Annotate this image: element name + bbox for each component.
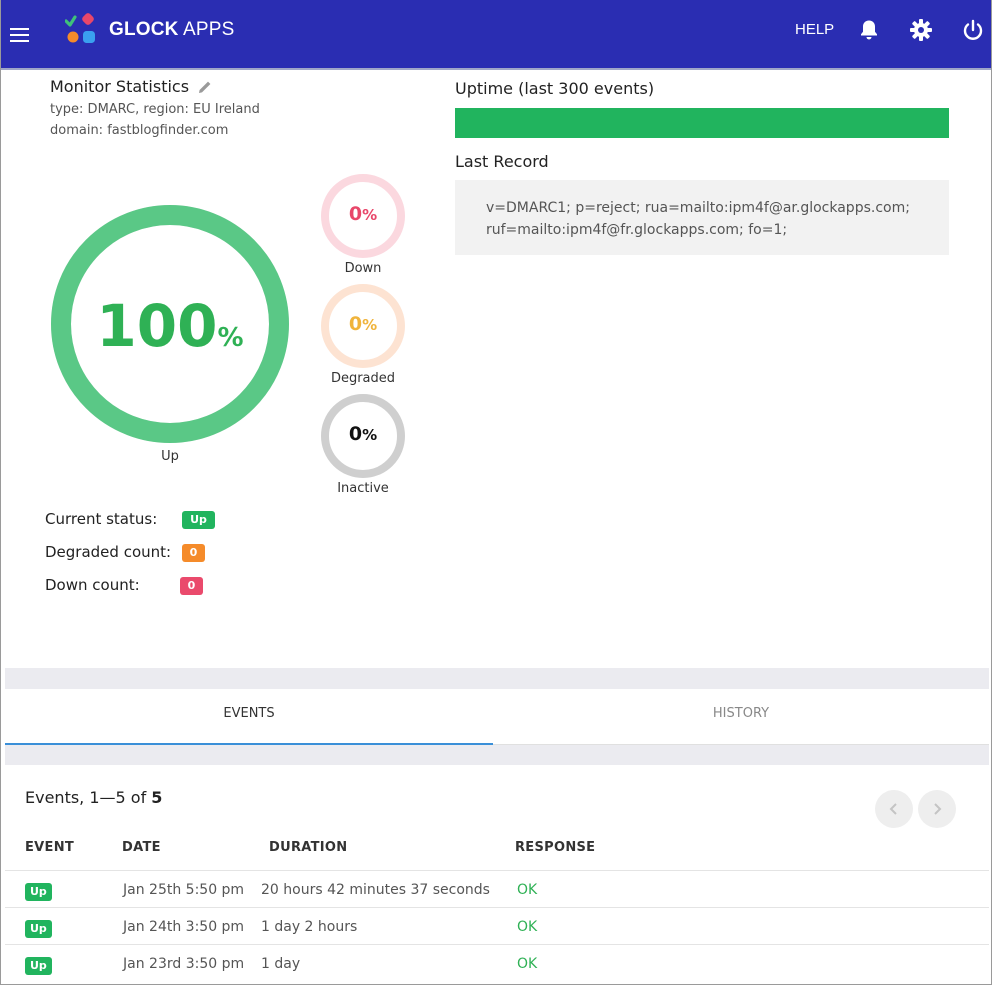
table-row: Up Jan 23rd 3:50 pm 1 day OK [5, 944, 989, 981]
degraded-count-badge: 0 [182, 544, 205, 562]
inactive-label: Inactive [337, 481, 389, 496]
help-link[interactable]: HELP [795, 21, 834, 38]
uptime-bar-fill [455, 108, 949, 138]
last-record-line: v=DMARC1; p=reject; rua=mailto:ipm4f@ar.… [486, 200, 910, 216]
uptime-bar [455, 108, 949, 138]
degraded-count-label: Degraded count: [45, 543, 172, 561]
event-duration: 1 day 2 hours [261, 919, 358, 935]
tab-events[interactable]: EVENTS [5, 689, 493, 745]
chevron-left-icon [889, 803, 897, 815]
chevron-right-icon [934, 803, 942, 815]
section-divider [5, 745, 989, 765]
event-response: OK [517, 919, 538, 935]
next-page-button[interactable] [918, 790, 956, 828]
column-header-event[interactable]: EVENT [25, 840, 74, 855]
page-title: Monitor Statistics [50, 77, 190, 96]
monitor-type: type: DMARC, region: EU Ireland [50, 102, 260, 117]
last-record-line: ruf=mailto:ipm4f@fr.glockapps.com; fo=1; [486, 222, 788, 238]
pencil-icon[interactable] [197, 79, 213, 95]
tab-history[interactable]: HISTORY [493, 689, 989, 745]
degraded-percentage: 0% [348, 313, 378, 335]
current-status-badge: Up [182, 511, 215, 529]
app-frame: GLOCK APPS HELP Monitor Statistics type:… [0, 0, 992, 985]
down-count-label: Down count: [45, 576, 140, 594]
down-count-badge: 0 [180, 577, 203, 595]
column-header-date[interactable]: DATE [122, 840, 161, 855]
event-date: Jan 24th 3:50 pm [123, 919, 245, 935]
prev-page-button[interactable] [875, 790, 913, 828]
current-status-label: Current status: [45, 510, 158, 528]
glockapps-logo-icon [65, 13, 95, 43]
event-badge: Up [25, 883, 52, 901]
event-date: Jan 25th 5:50 pm [123, 882, 245, 898]
tab-bar: EVENTS HISTORY [5, 689, 989, 745]
monitor-title-row: Monitor Statistics [50, 77, 213, 96]
event-response: OK [517, 882, 538, 898]
last-record-title: Last Record [455, 152, 549, 171]
events-summary: Events, 1—5 of 5 [25, 788, 163, 807]
last-record-box: v=DMARC1; p=reject; rua=mailto:ipm4f@ar.… [455, 180, 949, 255]
monitor-domain: domain: fastblogfinder.com [50, 123, 229, 138]
menu-icon[interactable] [10, 28, 29, 42]
power-icon[interactable] [961, 18, 985, 42]
up-percentage: 100% [96, 292, 244, 360]
degraded-label: Degraded [330, 371, 396, 386]
event-badge: Up [25, 957, 52, 975]
gear-icon[interactable] [909, 18, 933, 42]
event-response: OK [517, 956, 538, 972]
brand-name: GLOCK APPS [109, 19, 235, 40]
top-bar: GLOCK APPS HELP [1, 0, 991, 70]
event-date: Jan 23rd 3:50 pm [123, 956, 245, 972]
uptime-title: Uptime (last 300 events) [455, 79, 655, 98]
inactive-percentage: 0% [348, 423, 378, 445]
up-label: Up [161, 449, 179, 464]
event-badge: Up [25, 920, 52, 938]
event-duration: 20 hours 42 minutes 37 seconds [261, 882, 490, 898]
column-header-duration[interactable]: DURATION [269, 840, 347, 855]
table-row: Up Jan 25th 5:50 pm 20 hours 42 minutes … [5, 870, 989, 907]
down-label: Down [344, 261, 382, 276]
column-header-response[interactable]: RESPONSE [515, 840, 595, 855]
event-duration: 1 day [261, 956, 301, 972]
section-divider [5, 668, 989, 689]
down-percentage: 0% [348, 203, 378, 225]
table-row: Up Jan 24th 3:50 pm 1 day 2 hours OK [5, 907, 989, 944]
bell-icon[interactable] [857, 18, 881, 42]
